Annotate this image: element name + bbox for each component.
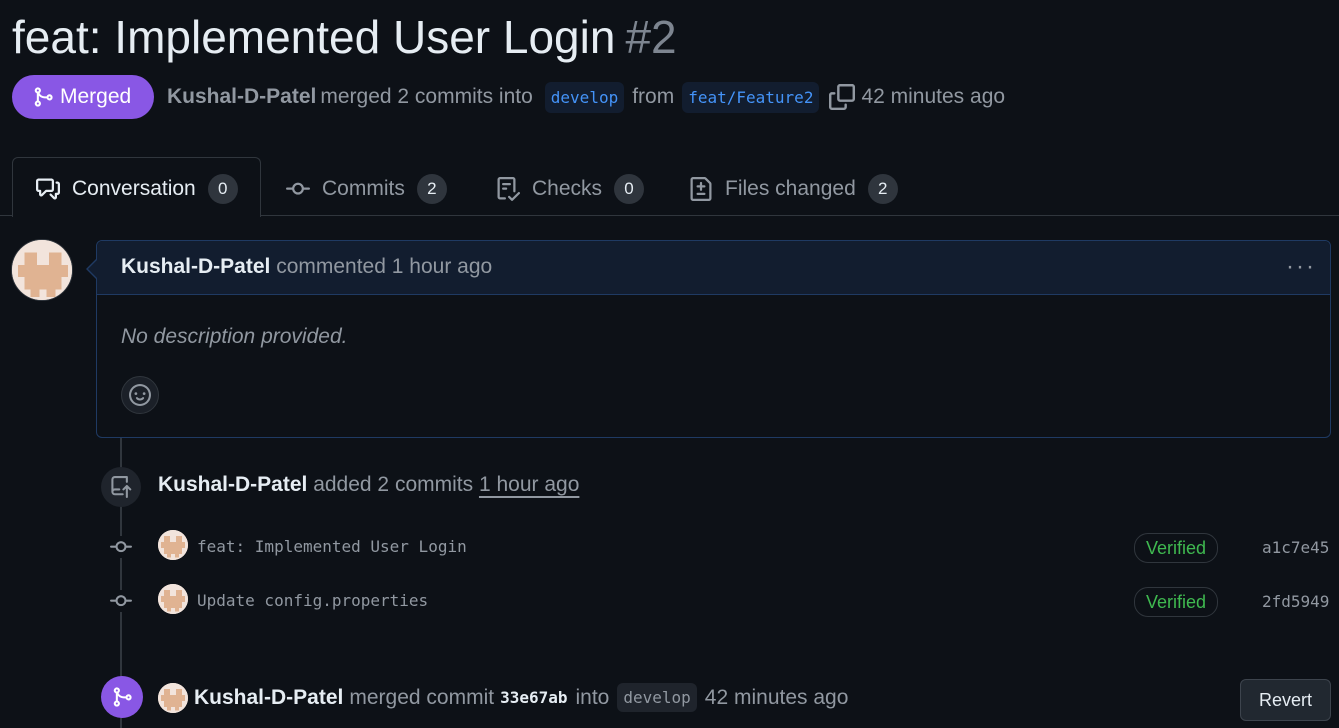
comment-discussion-icon (36, 178, 60, 200)
smiley-icon (129, 384, 151, 406)
base-branch[interactable]: develop (544, 81, 625, 113)
merged-status-badge: Merged (12, 75, 154, 119)
pr-number: #2 (625, 11, 677, 63)
tab-conversation[interactable]: Conversation 0 (36, 170, 238, 208)
merge-author[interactable]: Kushal-D-Patel (194, 686, 343, 710)
git-merge-icon (113, 687, 132, 707)
add-reaction-button[interactable] (121, 376, 159, 414)
avatar[interactable] (11, 239, 73, 301)
comment-author[interactable]: Kushal-D-Patel (121, 255, 270, 278)
verified-badge[interactable]: Verified (1134, 533, 1219, 563)
git-commit-icon (110, 595, 132, 607)
comment-pointer-fill (88, 259, 98, 279)
tab-commits-label: Commits (322, 177, 405, 200)
merge-event-text: Kushal-D-Patel merged commit 33e67ab int… (194, 683, 848, 712)
tab-conversation-count: 0 (207, 174, 238, 204)
commit-message-link[interactable]: Update config.properties (197, 591, 428, 610)
comment-action: commented (276, 255, 386, 278)
git-commit-icon (286, 182, 310, 195)
pr-meta: Kushal-D-Patel merged 2 commits into dev… (167, 80, 1005, 114)
tab-checks-label: Checks (532, 177, 603, 200)
merge-event-icon-wrap (101, 676, 143, 718)
merged-text: merged 2 commits into (320, 85, 533, 108)
merge-into-text: into (575, 685, 610, 709)
copy-icon[interactable] (829, 84, 856, 110)
commit-sha-link[interactable]: 2fd5949 (1262, 592, 1329, 611)
checklist-icon (497, 177, 520, 201)
push-author[interactable]: Kushal-D-Patel (158, 473, 307, 496)
kebab-menu-icon[interactable]: ··· (1286, 253, 1316, 281)
file-diff-icon (690, 177, 712, 201)
merge-branch[interactable]: develop (617, 683, 697, 712)
revert-button[interactable]: Revert (1240, 679, 1331, 721)
from-text: from (632, 85, 675, 108)
tab-checks-count: 0 (614, 174, 645, 204)
pr-title: feat: Implemented User Login (12, 11, 616, 63)
tab-files-changed-count: 2 (867, 174, 898, 204)
comment-time[interactable]: 1 hour ago (392, 255, 492, 278)
author-link[interactable]: Kushal-D-Patel (167, 85, 316, 109)
merge-commit-sha[interactable]: 33e67ab (500, 688, 567, 707)
avatar[interactable] (158, 683, 188, 713)
avatar[interactable] (158, 530, 188, 560)
git-commit-icon (110, 541, 132, 553)
commit-dot (110, 590, 132, 612)
tab-conversation-label: Conversation (72, 177, 196, 200)
commit-dot (110, 536, 132, 558)
push-event-icon-wrap (101, 467, 141, 507)
commit-sha-link[interactable]: a1c7e45 (1262, 538, 1329, 557)
avatar[interactable] (158, 584, 188, 614)
push-event-text: Kushal-D-Patel added 2 commits 1 hour ag… (158, 473, 579, 497)
git-merge-icon (34, 87, 53, 107)
page-title: feat: Implemented User Login #2 (12, 8, 677, 66)
merged-label: Merged (60, 85, 132, 108)
tab-files-changed[interactable]: Files changed 2 (689, 170, 898, 208)
tab-checks[interactable]: Checks 0 (496, 170, 645, 208)
repo-push-icon (111, 476, 132, 498)
comment-box: Kushal-D-Patel commented 1 hour ago ··· … (96, 240, 1331, 438)
merged-time: 42 minutes ago (861, 85, 1006, 108)
head-branch[interactable]: feat/Feature2 (682, 81, 820, 113)
merge-time[interactable]: 42 minutes ago (705, 686, 849, 710)
tab-commits[interactable]: Commits 2 (286, 170, 447, 208)
comment-header: Kushal-D-Patel commented 1 hour ago ··· (97, 241, 1330, 295)
push-action: added 2 commits (313, 473, 474, 496)
tab-files-changed-label: Files changed (725, 177, 856, 200)
verified-badge[interactable]: Verified (1134, 587, 1219, 617)
push-time-link[interactable]: 1 hour ago (479, 473, 579, 496)
commit-message-link[interactable]: feat: Implemented User Login (197, 537, 467, 556)
tab-commits-count: 2 (416, 174, 447, 204)
merge-action: merged commit (349, 685, 495, 709)
comment-body: No description provided. (121, 325, 348, 348)
